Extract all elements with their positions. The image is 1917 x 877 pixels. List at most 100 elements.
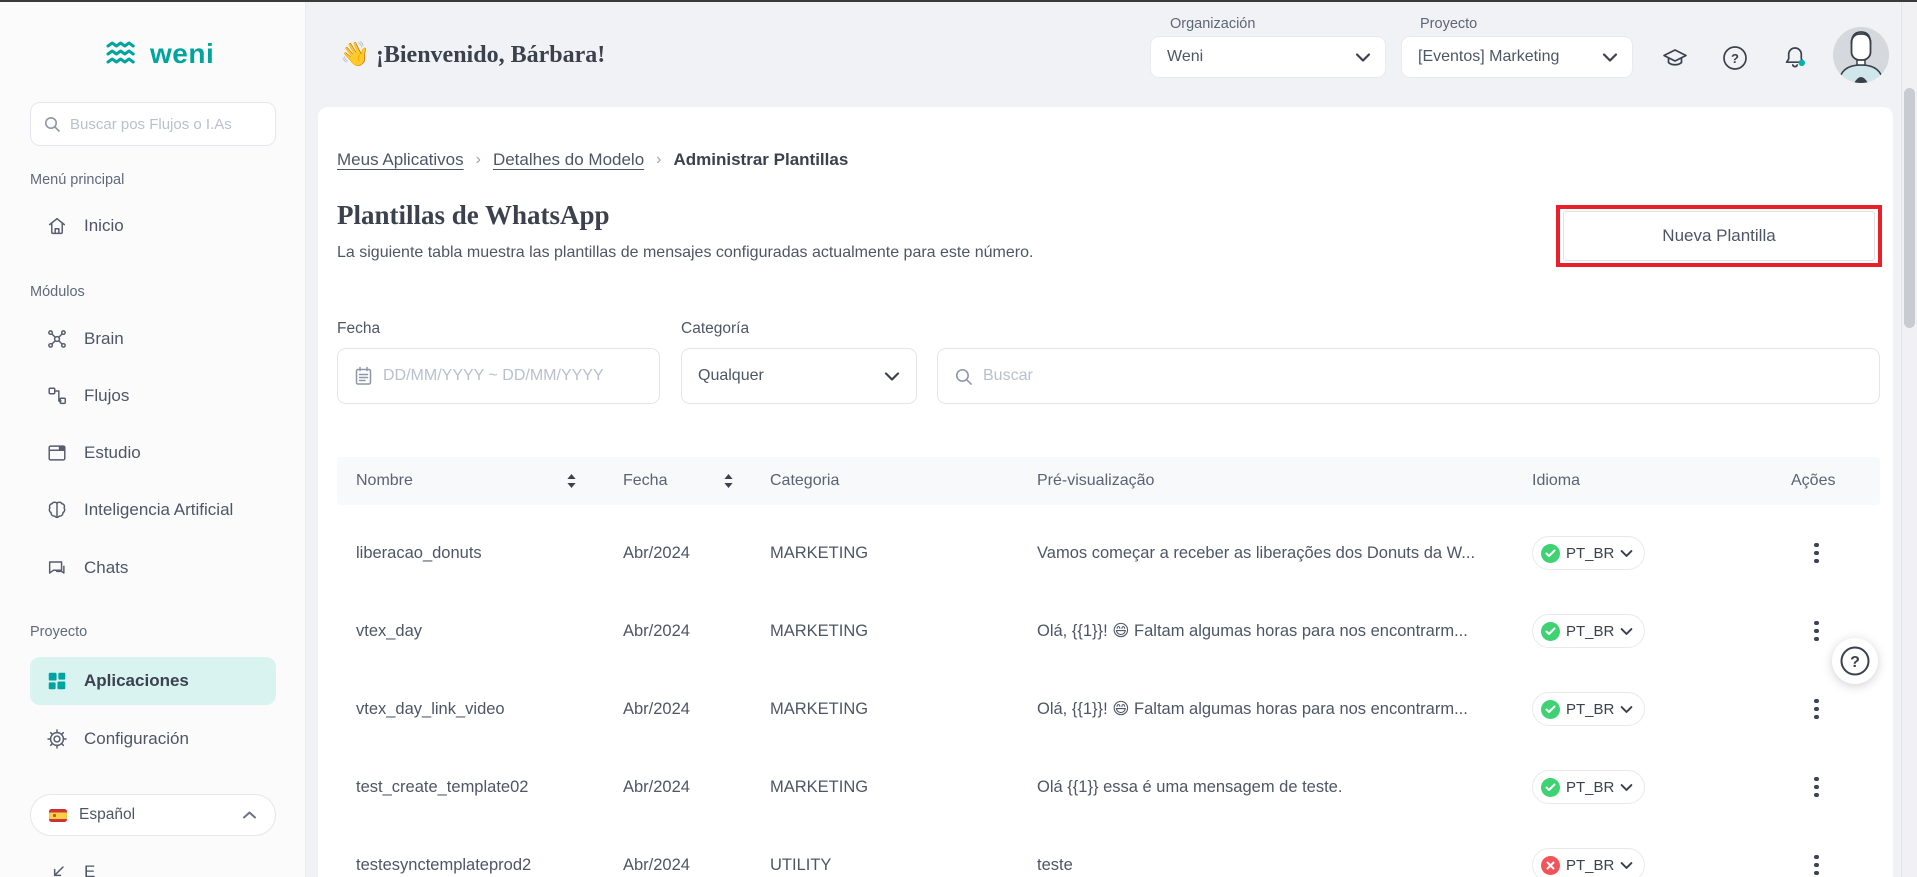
template-actions-cell [1772, 771, 1880, 804]
table-row: liberacao_donuts Abr/2024 MARKETING Vamo… [337, 514, 1880, 592]
organization-label: Organización [1170, 16, 1255, 32]
status-approved-icon [1541, 700, 1560, 719]
template-name: testesynctemplateprod2 [337, 856, 604, 875]
new-template-button[interactable]: Nueva Plantilla [1563, 211, 1875, 261]
template-date: Abr/2024 [604, 856, 751, 875]
template-language-cell: PT_BR [1513, 692, 1772, 726]
language-badge[interactable]: PT_BR [1532, 536, 1645, 570]
template-category: MARKETING [751, 778, 1018, 797]
status-rejected-icon [1541, 856, 1560, 875]
chevron-down-icon [1602, 52, 1618, 63]
brain-network-icon [46, 328, 68, 350]
row-actions-menu[interactable] [1808, 771, 1825, 804]
row-actions-menu[interactable] [1808, 615, 1825, 648]
notifications-button[interactable] [1780, 43, 1810, 73]
row-actions-menu[interactable] [1808, 537, 1825, 570]
sidebar-item-aplicaciones[interactable]: Aplicaciones [30, 657, 276, 705]
language-badge[interactable]: PT_BR [1532, 848, 1645, 877]
sidebar-item-inteligencia-artificial[interactable]: Inteligencia Artificial [30, 488, 276, 532]
breadcrumb-detalhes-do-modelo[interactable]: Detalhes do Modelo [493, 150, 644, 170]
breadcrumb-meus-aplicativos[interactable]: Meus Aplicativos [337, 150, 464, 170]
language-label: Español [79, 806, 135, 824]
language-code: PT_BR [1566, 857, 1614, 874]
question-circle-icon: ? [1838, 644, 1872, 678]
page-scrollbar[interactable] [1901, 2, 1917, 877]
gear-icon [46, 728, 68, 750]
language-code: PT_BR [1566, 701, 1614, 718]
weni-logo-text: weni [150, 38, 214, 70]
header-label: Fecha [623, 472, 667, 490]
date-range-field[interactable] [383, 367, 643, 385]
template-name: vtex_day [337, 622, 604, 641]
template-language-cell: PT_BR [1513, 770, 1772, 804]
sort-icon[interactable] [565, 472, 578, 490]
sidebar-search-input[interactable] [70, 116, 263, 133]
app-window: weni Menú principal Inicio Módulos [0, 0, 1917, 877]
language-code: PT_BR [1566, 779, 1614, 796]
language-badge[interactable]: PT_BR [1532, 692, 1645, 726]
floating-help-button[interactable]: ? [1832, 638, 1878, 684]
template-actions-cell [1772, 849, 1880, 877]
chevron-down-icon [1620, 705, 1633, 714]
sidebar-item-label: Chats [84, 558, 128, 578]
weni-waves-icon [106, 41, 142, 67]
sidebar-search[interactable] [30, 102, 276, 146]
sidebar-item-configuracion[interactable]: Configuración [30, 717, 276, 761]
welcome-message: 👋 ¡Bienvenido, Bárbara! [340, 40, 605, 69]
sidebar-item-label: Flujos [84, 386, 129, 406]
search-icon [954, 367, 973, 386]
table-row: test_create_template02 Abr/2024 MARKETIN… [337, 748, 1880, 826]
header-idioma: Idioma [1513, 472, 1772, 490]
sidebar-item-estudio[interactable]: Estudio [30, 431, 276, 475]
sort-icon[interactable] [722, 472, 735, 490]
status-approved-icon [1541, 544, 1560, 563]
language-selector[interactable]: Español [30, 794, 276, 836]
academy-button[interactable] [1660, 43, 1690, 73]
help-circle-icon: ? [1721, 44, 1749, 72]
project-select[interactable]: [Eventos] Marketing [1401, 36, 1633, 78]
template-category: UTILITY [751, 856, 1018, 875]
table-row: testesynctemplateprod2 Abr/2024 UTILITY … [337, 826, 1880, 877]
template-language-cell: PT_BR [1513, 848, 1772, 877]
sidebar-item-flujos[interactable]: Flujos [30, 374, 276, 418]
modules-section-label: Módulos [30, 284, 85, 300]
sidebar-item-chats[interactable]: Chats [30, 546, 276, 590]
template-search-input[interactable] [983, 367, 1863, 385]
apps-grid-icon [46, 670, 68, 692]
sidebar-item-brain[interactable]: Brain [30, 317, 276, 361]
language-badge[interactable]: PT_BR [1532, 614, 1645, 648]
sidebar-item-label: Aplicaciones [84, 671, 189, 691]
sidebar-collapse-button[interactable]: E [48, 862, 95, 877]
organization-select[interactable]: Weni [1150, 36, 1386, 78]
sidebar-item-inicio[interactable]: Inicio [30, 204, 276, 248]
language-code: PT_BR [1566, 623, 1614, 640]
avatar[interactable] [1833, 27, 1889, 83]
template-language-cell: PT_BR [1513, 614, 1772, 648]
chevron-down-icon [1620, 549, 1633, 558]
breadcrumb: Meus Aplicativos › Detalhes do Modelo › … [337, 150, 848, 170]
table-row: vtex_day Abr/2024 MARKETING Olá, {{1}}! … [337, 592, 1880, 670]
search-icon [43, 115, 61, 133]
calendar-icon [354, 366, 373, 386]
collapse-icon [48, 862, 68, 877]
template-preview: teste [1018, 856, 1513, 875]
template-category: MARKETING [751, 700, 1018, 719]
templates-table: Nombre Fecha Categoria Pré-visualização … [337, 457, 1880, 877]
template-search[interactable] [937, 348, 1880, 404]
weni-logo[interactable]: weni [106, 38, 214, 70]
template-actions-cell [1772, 537, 1880, 570]
row-actions-menu[interactable] [1808, 693, 1825, 726]
template-date: Abr/2024 [604, 700, 751, 719]
template-preview: Olá {{1}} essa é uma mensagem de teste. [1018, 778, 1513, 797]
spain-flag-icon [49, 809, 67, 822]
language-badge[interactable]: PT_BR [1532, 770, 1645, 804]
help-button[interactable]: ? [1720, 43, 1750, 73]
date-range-input[interactable] [337, 348, 660, 404]
project-section-label: Proyecto [30, 624, 87, 640]
template-preview: Olá, {{1}}! 😄 Faltam algumas horas para … [1018, 621, 1513, 641]
breadcrumb-current: Administrar Plantillas [674, 150, 849, 170]
scrollbar-thumb[interactable] [1904, 88, 1915, 328]
chevron-down-icon [1620, 861, 1633, 870]
row-actions-menu[interactable] [1808, 849, 1825, 877]
category-select[interactable]: Qualquer [681, 348, 917, 404]
